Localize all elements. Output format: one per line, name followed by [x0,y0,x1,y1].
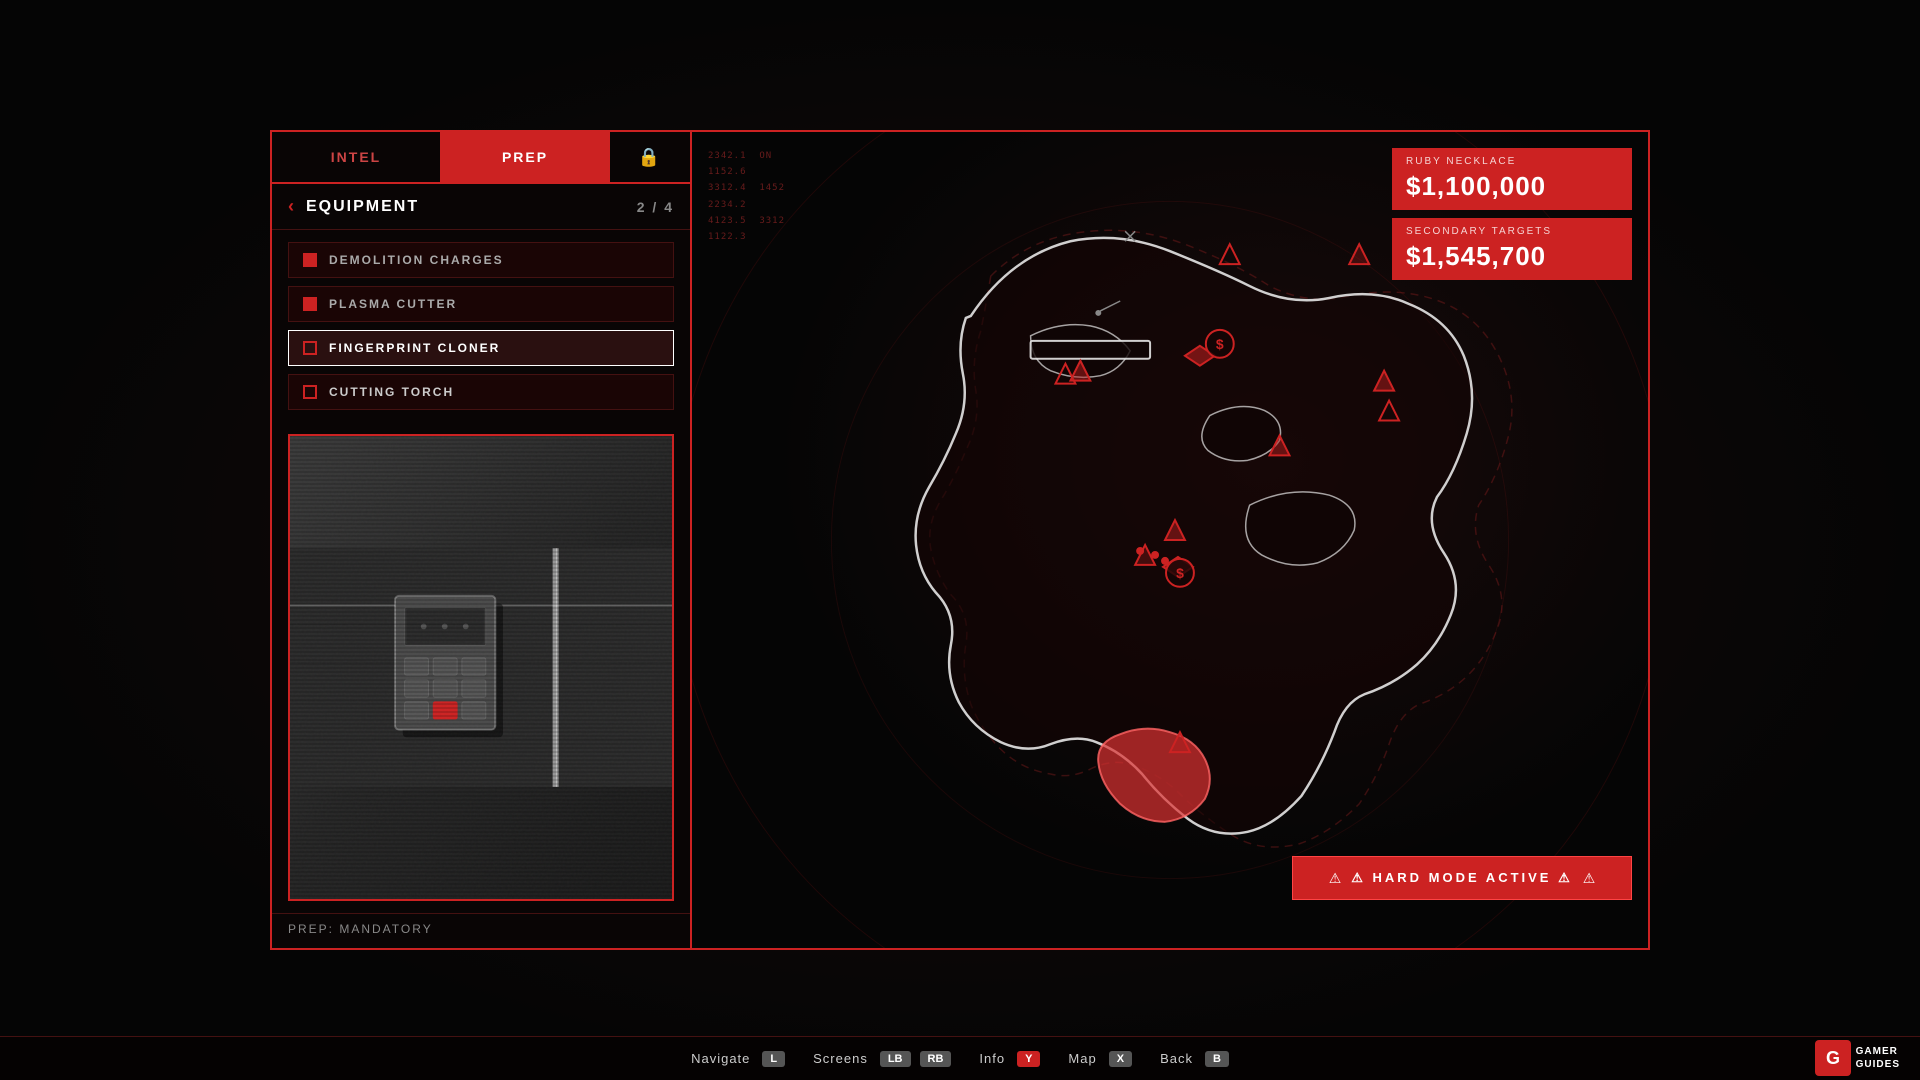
nav-map-label: Map [1068,1051,1096,1066]
nav-navigate-label: Navigate [691,1051,750,1066]
nav-screens: Screens LB RB [813,1051,951,1067]
back-arrow-icon[interactable]: ‹ [288,196,296,217]
equip-item-cutting[interactable]: CUTTING TORCH [288,374,674,410]
right-panel: 2342.1 ON 1152.6 3312.4 1452 2234.2 4123… [692,132,1648,948]
checkbox-fingerprint [303,341,317,355]
nav-info-label: Info [979,1051,1005,1066]
watermark-text: GAMER GUIDES [1856,1045,1900,1071]
bottom-nav-bar: Navigate L Screens LB RB Info Y Map X Ba… [0,1036,1920,1080]
nav-info-key: Y [1017,1051,1040,1067]
nav-back-key: B [1205,1051,1229,1067]
left-panel: INTEL PREP 🔒 ‹ EQUIPMENT 2 / 4 DEMO [272,132,692,948]
prep-mandatory-label: PREP: MANDATORY [272,913,690,948]
preview-area [288,434,674,901]
checkbox-cutting [303,385,317,399]
nav-back: Back B [1160,1051,1229,1067]
equipment-list: DEMOLITION CHARGES PLASMA CUTTER FINGERP… [272,230,690,422]
hard-mode-text: ⚠ HARD MODE ACTIVE ⚠ [1351,870,1573,886]
svg-text:$: $ [1216,336,1224,352]
ruby-necklace-box: RUBY NECKLACE $1,100,000 [1392,148,1632,210]
hard-mode-banner: ⚠ ⚠ HARD MODE ACTIVE ⚠ ⚠ [1292,856,1632,900]
equip-label-plasma: PLASMA CUTTER [329,297,457,311]
equipment-header: ‹ EQUIPMENT 2 / 4 [272,184,690,230]
warning-icon-right: ⚠ [1583,870,1596,887]
nav-screens-rb: RB [920,1051,952,1067]
nav-back-label: Back [1160,1051,1193,1066]
equip-item-demolition[interactable]: DEMOLITION CHARGES [288,242,674,278]
tab-intel[interactable]: INTEL [272,132,441,182]
equip-label-fingerprint: FINGERPRINT CLONER [329,341,500,355]
secondary-targets-value: $1,545,700 [1406,241,1618,272]
tab-lock[interactable]: 🔒 [610,132,690,182]
warning-icon-left: ⚠ [1329,870,1342,887]
ui-container: INTEL PREP 🔒 ‹ EQUIPMENT 2 / 4 DEMO [270,130,1650,950]
equip-item-plasma[interactable]: PLASMA CUTTER [288,286,674,322]
equip-label-cutting: CUTTING TORCH [329,385,454,399]
surveillance-photo [290,436,672,899]
tabs-row: INTEL PREP 🔒 [272,132,690,184]
wall-surface [290,436,672,899]
map-area: 2342.1 ON 1152.6 3312.4 1452 2234.2 4123… [692,132,1648,948]
checkbox-plasma [303,297,317,311]
watermark: G GAMER GUIDES [1815,1040,1900,1076]
outer-frame: INTEL PREP 🔒 ‹ EQUIPMENT 2 / 4 DEMO [0,0,1920,1080]
noise-overlay [290,436,672,899]
watermark-logo: G [1815,1040,1851,1076]
ruby-necklace-label: RUBY NECKLACE [1406,156,1618,167]
secondary-targets-box: SECONDARY TARGETS $1,545,700 [1392,218,1632,280]
info-boxes: RUBY NECKLACE $1,100,000 SECONDARY TARGE… [1392,148,1632,280]
secondary-targets-label: SECONDARY TARGETS [1406,226,1618,237]
equip-item-fingerprint[interactable]: FINGERPRINT CLONER [288,330,674,366]
svg-text:G: G [1826,1048,1840,1068]
ruby-necklace-value: $1,100,000 [1406,171,1618,202]
tab-prep[interactable]: PREP [441,132,610,182]
nav-screens-label: Screens [813,1051,868,1066]
preview-svg [290,436,672,899]
checkbox-demolition [303,253,317,267]
lock-icon: 🔒 [638,147,662,168]
nav-screens-lb: LB [880,1051,911,1067]
equip-label-demolition: DEMOLITION CHARGES [329,253,504,267]
nav-map: Map X [1068,1051,1132,1067]
equipment-count: 2 / 4 [637,199,674,215]
nav-navigate-key: L [762,1051,785,1067]
nav-navigate: Navigate L [691,1051,785,1067]
svg-text:$: $ [1176,565,1184,581]
nav-map-key: X [1109,1051,1132,1067]
equipment-title: EQUIPMENT [306,198,419,216]
nav-info: Info Y [979,1051,1040,1067]
